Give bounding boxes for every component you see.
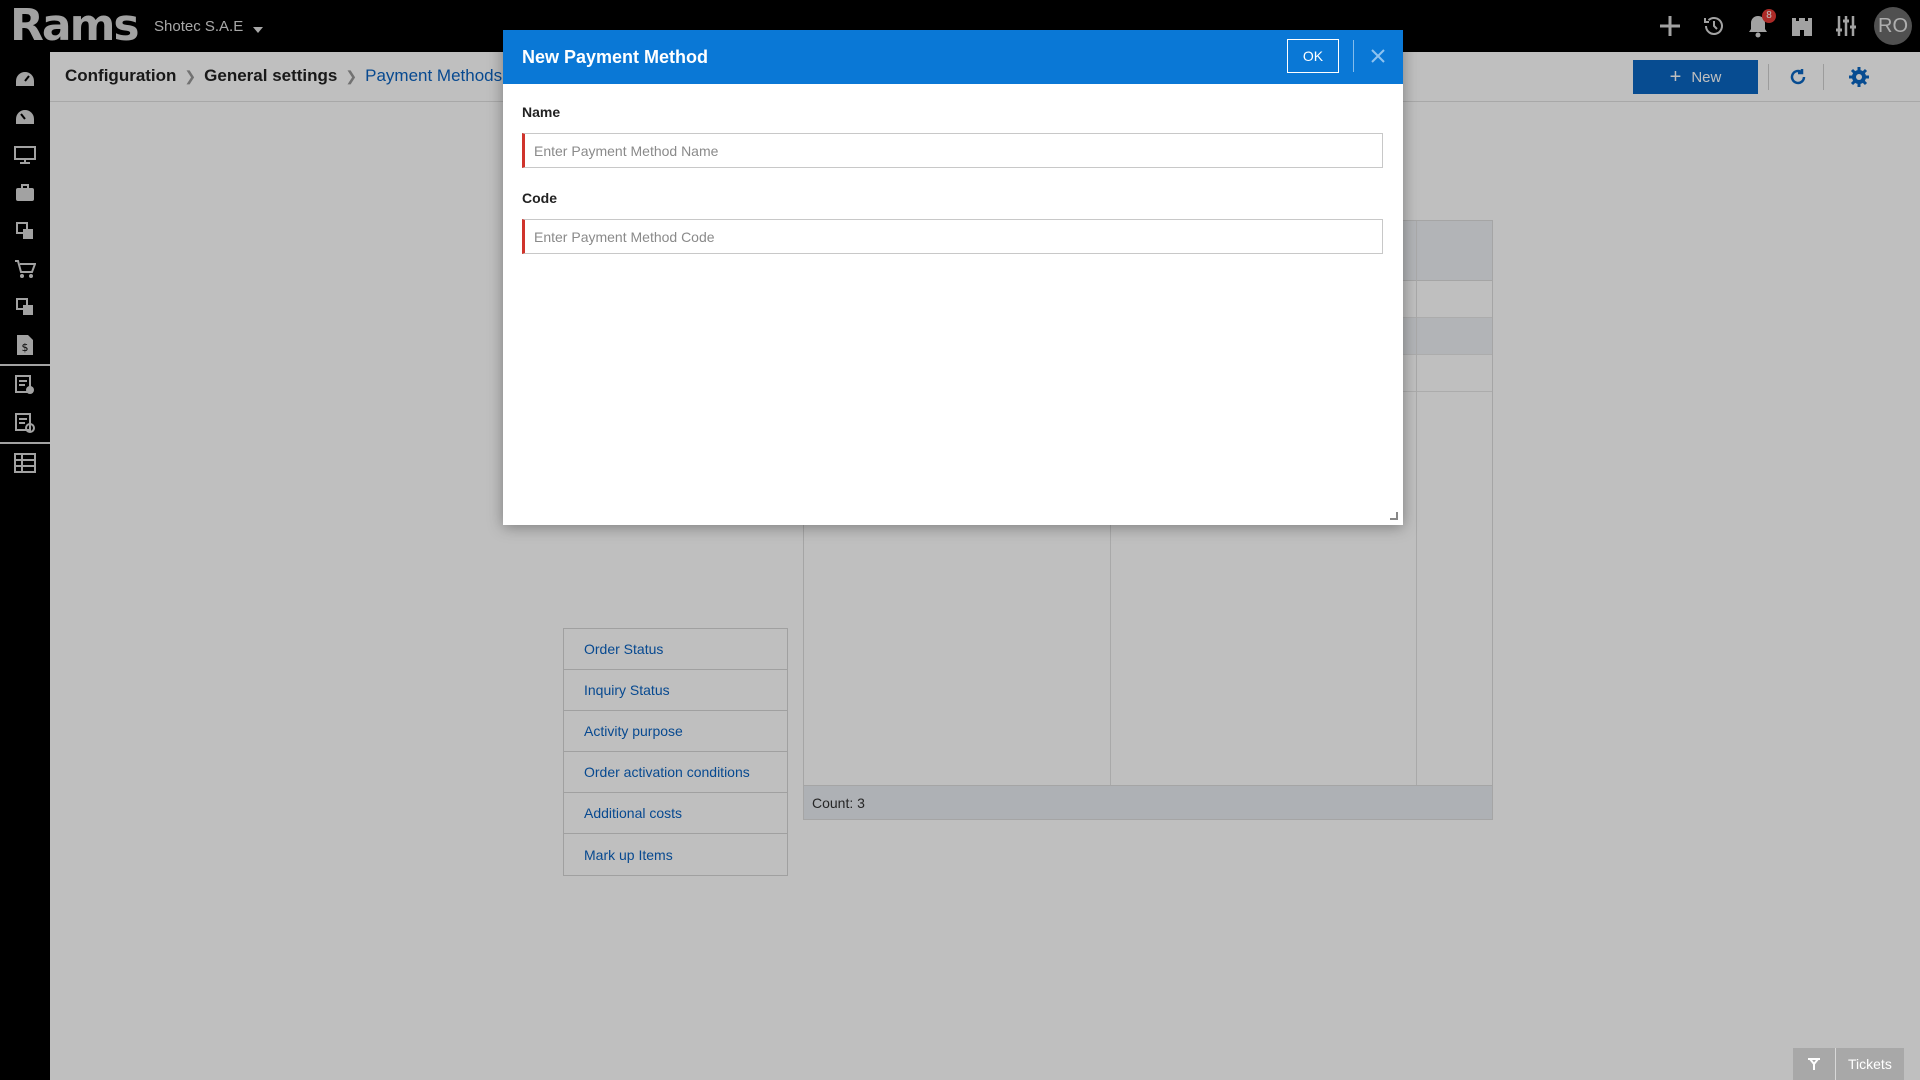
close-icon[interactable] bbox=[1364, 42, 1392, 70]
code-label: Code bbox=[522, 190, 557, 206]
name-label: Name bbox=[522, 104, 561, 120]
tickets-widget[interactable]: Tickets bbox=[1793, 1048, 1904, 1080]
tickets-label[interactable]: Tickets bbox=[1836, 1048, 1904, 1080]
divider bbox=[1353, 40, 1354, 72]
name-input[interactable] bbox=[522, 133, 1383, 168]
dialog-body: Name Code bbox=[503, 84, 1403, 276]
ticket-collapse-icon[interactable] bbox=[1793, 1048, 1836, 1080]
code-input[interactable] bbox=[522, 219, 1383, 254]
resize-handle[interactable] bbox=[1390, 512, 1398, 520]
new-payment-method-dialog: New Payment Method OK Name Code bbox=[503, 30, 1403, 525]
dialog-header: New Payment Method OK bbox=[503, 30, 1403, 84]
dialog-title: New Payment Method bbox=[522, 46, 709, 67]
ok-button[interactable]: OK bbox=[1287, 39, 1339, 73]
